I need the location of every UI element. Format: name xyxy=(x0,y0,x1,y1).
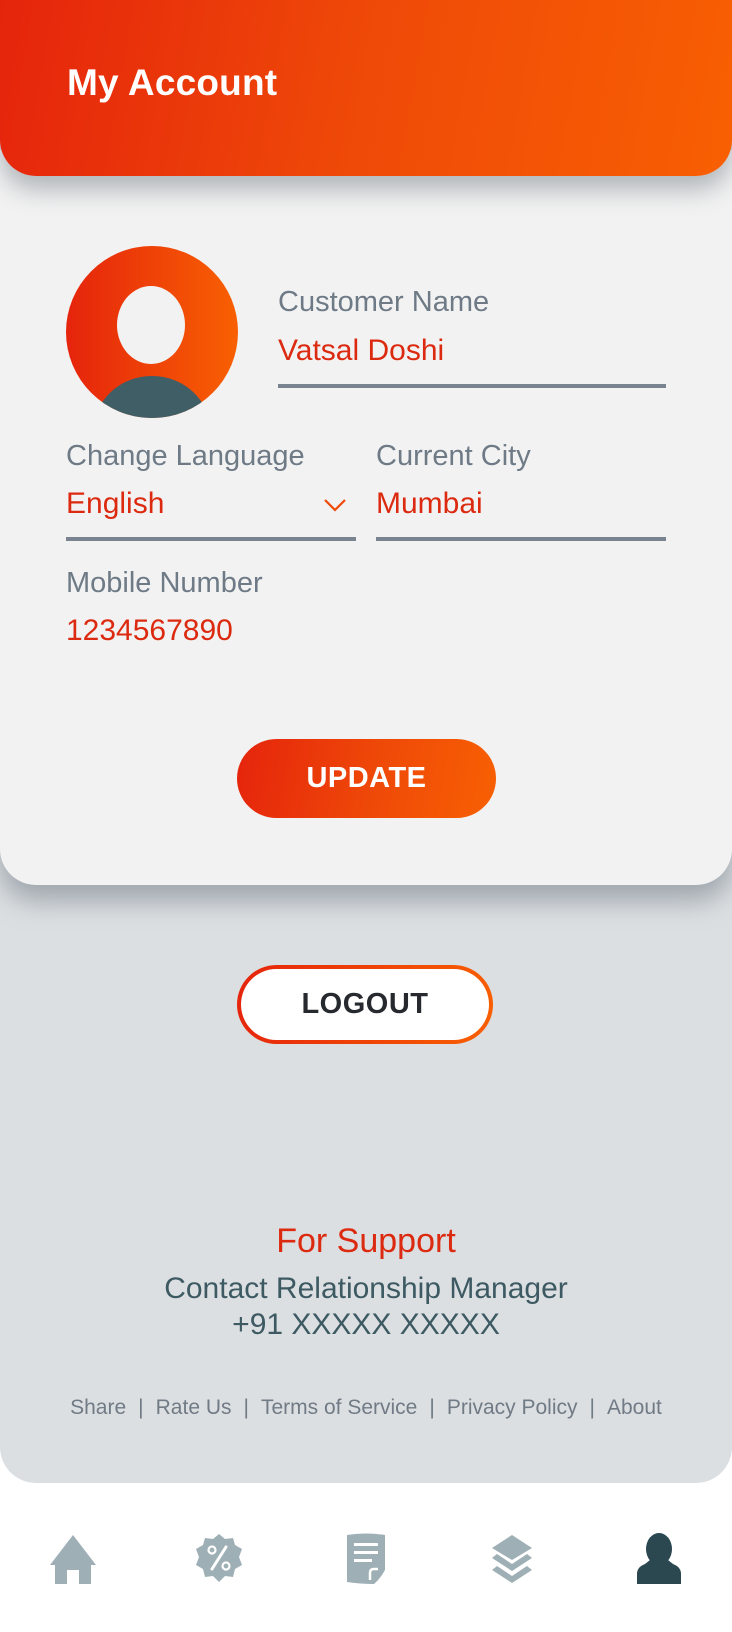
nav-item-documents[interactable] xyxy=(338,1530,394,1586)
customer-name-label: Customer Name xyxy=(278,286,490,318)
customer-name-underline xyxy=(278,384,666,388)
home-icon xyxy=(50,1535,96,1584)
nav-item-offers[interactable] xyxy=(191,1530,247,1586)
document-icon xyxy=(347,1533,385,1584)
footer-link-share[interactable]: Share xyxy=(70,1396,126,1420)
language-underline xyxy=(66,537,356,541)
footer-link-privacy[interactable]: Privacy Policy xyxy=(447,1396,578,1420)
app-header: My Account xyxy=(0,0,732,176)
nav-item-profile[interactable] xyxy=(631,1530,687,1586)
support-contact-label: Contact Relationship Manager xyxy=(164,1272,568,1305)
avatar[interactable] xyxy=(66,246,238,418)
footer-link-about[interactable]: About xyxy=(607,1396,662,1420)
update-button[interactable]: UPDATE xyxy=(237,739,496,818)
offers-icon xyxy=(196,1534,242,1582)
footer-separator: | xyxy=(589,1396,595,1419)
footer-link-terms[interactable]: Terms of Service xyxy=(261,1396,417,1420)
logout-button-label: LOGOUT xyxy=(241,969,489,1040)
logout-button[interactable]: LOGOUT xyxy=(237,965,493,1044)
chevron-down-icon[interactable] xyxy=(323,497,347,513)
city-label: Current City xyxy=(376,440,531,472)
support-phone[interactable]: +91 XXXXX XXXXX xyxy=(0,1308,732,1342)
page-title: My Account xyxy=(67,62,278,103)
footer-separator: | xyxy=(429,1396,435,1419)
profile-card: Customer Name Vatsal Doshi Change Langua… xyxy=(0,150,732,885)
city-underline xyxy=(376,537,666,541)
language-select[interactable]: English xyxy=(66,487,164,521)
city-field[interactable]: Mumbai xyxy=(376,487,483,521)
avatar-head-shape xyxy=(117,286,185,364)
footer-separator: | xyxy=(243,1396,249,1419)
footer-separator: | xyxy=(138,1396,144,1419)
avatar-body-shape xyxy=(94,376,210,418)
nav-item-portfolio[interactable] xyxy=(484,1530,540,1586)
language-label: Change Language xyxy=(66,440,305,472)
mobile-label: Mobile Number xyxy=(66,567,263,599)
footer-link-rate-us[interactable]: Rate Us xyxy=(156,1396,232,1420)
bottom-navigation xyxy=(0,1483,732,1632)
support-title: For Support xyxy=(276,1222,456,1260)
footer-links: Share | Rate Us | Terms of Service | Pri… xyxy=(0,1396,732,1420)
layers-icon xyxy=(492,1535,532,1583)
customer-name-field[interactable]: Vatsal Doshi xyxy=(278,334,444,368)
profile-icon xyxy=(637,1533,681,1584)
nav-item-home[interactable] xyxy=(45,1530,101,1586)
mobile-field[interactable]: 1234567890 xyxy=(66,614,233,648)
